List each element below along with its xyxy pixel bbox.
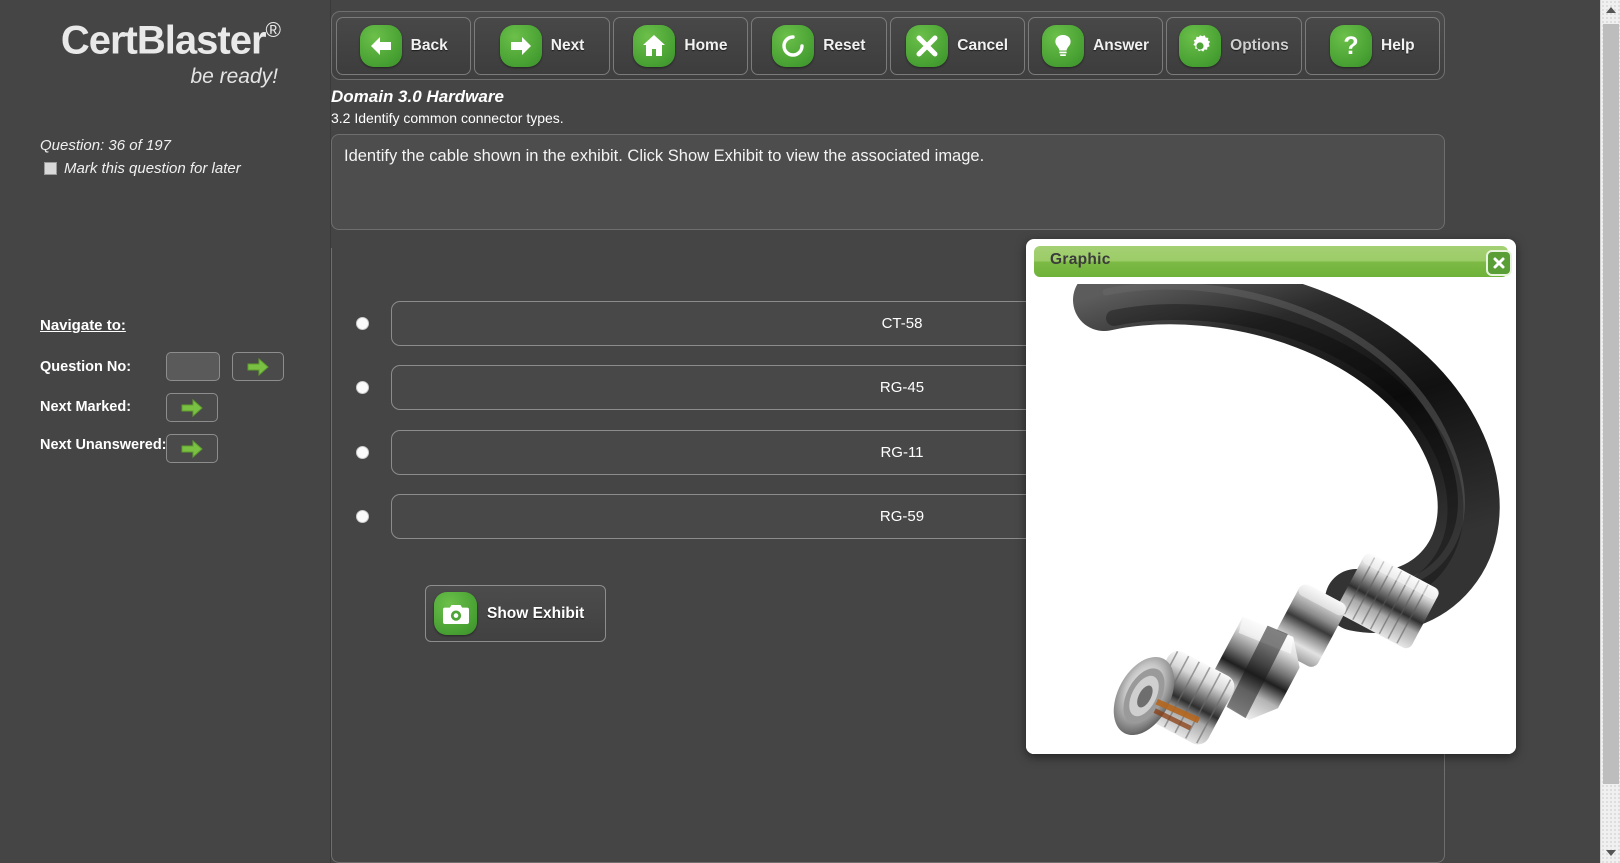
back-button[interactable]: Back	[336, 16, 472, 75]
question-no-input[interactable]	[166, 352, 220, 381]
right-arrow-icon	[499, 24, 542, 67]
answer-radio-1[interactable]	[356, 381, 369, 394]
registered-mark: ®	[265, 19, 282, 42]
cancel-button[interactable]: Cancel	[889, 16, 1025, 75]
scrollbar-thumb[interactable]	[1603, 24, 1619, 784]
domain-title: Domain 3.0 Hardware	[331, 87, 504, 106]
reset-button[interactable]: Reset	[751, 16, 887, 75]
go-next-marked-button[interactable]	[166, 393, 218, 422]
home-button[interactable]: Home	[612, 16, 749, 75]
options-button[interactable]: Options	[1166, 16, 1302, 75]
green-right-arrow-icon	[247, 357, 269, 376]
x-icon	[906, 24, 949, 67]
graphic-popup-window: Graphic	[1026, 239, 1516, 754]
back-button-label: Back	[410, 36, 448, 54]
gear-icon	[1179, 24, 1222, 67]
graphic-titlebar[interactable]: Graphic	[1034, 246, 1512, 277]
nav-label-next-marked: Next Marked:	[40, 399, 132, 415]
nav-label-next-unanswered: Next Unanswered:	[40, 437, 167, 453]
mark-for-later-checkbox[interactable]	[44, 162, 57, 175]
svg-text:?: ?	[1343, 33, 1358, 59]
refresh-icon	[772, 24, 815, 67]
question-box: Identify the cable shown in the exhibit.…	[331, 134, 1445, 230]
question-counter-label: Question:	[40, 137, 105, 154]
answer-button[interactable]: Answer	[1027, 16, 1164, 75]
triangle-up-icon	[1606, 7, 1616, 13]
camera-icon	[434, 592, 477, 635]
next-button[interactable]: Next	[474, 16, 610, 75]
answer-label-2: RG-11	[880, 444, 924, 461]
go-to-question-button[interactable]	[232, 352, 284, 381]
exam-app-window: CertBlaster® be ready! Question: 36 of 1…	[0, 0, 1620, 863]
answer-button-label: Answer	[1093, 36, 1150, 54]
answer-label-0: CT-58	[881, 315, 923, 332]
show-exhibit-label: Show Exhibit	[487, 604, 585, 622]
graphic-close-button[interactable]	[1486, 250, 1512, 276]
graphic-window-title: Graphic	[1050, 251, 1111, 268]
answer-label-3: RG-59	[879, 508, 925, 525]
triangle-down-icon	[1606, 850, 1616, 856]
green-right-arrow-icon	[181, 439, 203, 458]
scrollbar-down-button[interactable]	[1601, 843, 1620, 863]
question-counter: Question: 36 of 197	[40, 137, 171, 154]
close-x-icon	[1493, 257, 1505, 269]
page-scrollbar[interactable]	[1600, 0, 1620, 863]
brand-logo: CertBlaster® be ready!	[60, 10, 282, 89]
mark-for-later-label: Mark this question for later	[64, 160, 241, 177]
brand-tagline: be ready!	[190, 65, 278, 89]
help-button-label: Help	[1381, 36, 1415, 54]
answer-radio-0[interactable]	[356, 317, 369, 330]
question-text: Identify the cable shown in the exhibit.…	[344, 147, 985, 165]
cancel-button-label: Cancel	[957, 36, 1009, 54]
home-button-label: Home	[684, 36, 728, 54]
green-right-arrow-icon	[181, 398, 203, 417]
home-icon	[633, 24, 676, 67]
objective-text: 3.2 Identify common connector types.	[331, 110, 564, 126]
sidebar: CertBlaster® be ready! Question: 36 of 1…	[0, 0, 331, 863]
coaxial-cable-f-connector-image	[1026, 284, 1516, 754]
answer-label-1: RG-45	[879, 379, 925, 396]
main-toolbar: Back Next Home Reset Cancel Answer Optio…	[331, 11, 1445, 80]
nav-row-next-marked: Next Marked:	[40, 399, 131, 415]
lightbulb-icon	[1042, 24, 1085, 67]
nav-row-question-no: Question No:	[40, 359, 131, 375]
options-button-label: Options	[1230, 36, 1289, 54]
show-exhibit-button[interactable]: Show Exhibit	[425, 585, 606, 642]
left-arrow-icon	[359, 24, 402, 67]
question-mark-icon: ?	[1330, 24, 1373, 67]
nav-label-question-no: Question No:	[40, 359, 132, 375]
answer-radio-3[interactable]	[356, 510, 369, 523]
navigate-to-heading: Navigate to:	[40, 317, 126, 334]
help-button[interactable]: ? Help	[1304, 16, 1440, 75]
nav-row-next-unanswered: Next Unanswered:	[40, 437, 167, 453]
reset-button-label: Reset	[823, 36, 866, 54]
next-button-label: Next	[550, 36, 585, 54]
question-counter-value: 36 of 197	[108, 137, 171, 154]
answer-radio-2[interactable]	[356, 446, 369, 459]
scrollbar-up-button[interactable]	[1601, 0, 1620, 20]
graphic-image-area	[1026, 284, 1516, 754]
brand-name-text: CertBlaster	[60, 18, 267, 63]
go-next-unanswered-button[interactable]	[166, 434, 218, 463]
mark-for-later-row[interactable]: Mark this question for later	[44, 160, 241, 177]
brand-name: CertBlaster®	[60, 10, 282, 63]
